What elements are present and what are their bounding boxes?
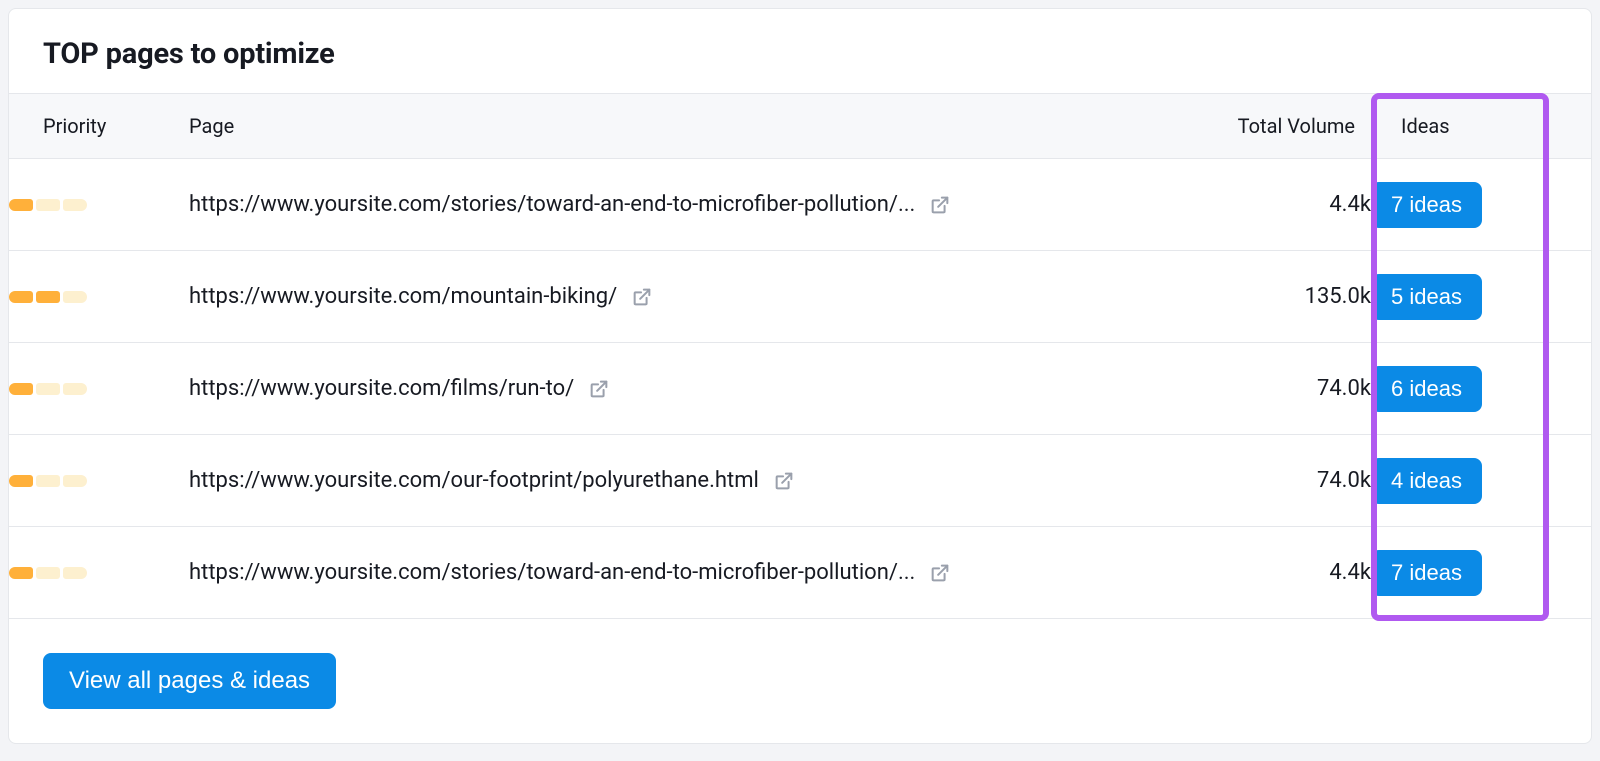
priority-segment (9, 567, 33, 579)
priority-indicator (9, 383, 189, 395)
table-header-row: Priority Page Total Volume Ideas (9, 94, 1591, 159)
external-link-icon[interactable] (929, 562, 951, 584)
volume-cell: 135.0k (1171, 251, 1371, 343)
col-header-ideas: Ideas (1371, 94, 1591, 159)
priority-segment (36, 475, 60, 487)
volume-cell: 74.0k (1171, 435, 1371, 527)
page-url[interactable]: https://www.yoursite.com/stories/toward-… (189, 192, 915, 217)
table-row: https://www.yoursite.com/our-footprint/p… (9, 435, 1591, 527)
priority-segment (9, 475, 33, 487)
page-url[interactable]: https://www.yoursite.com/films/run-to/ (189, 376, 574, 401)
volume-cell: 4.4k (1171, 527, 1371, 619)
external-link-icon[interactable] (588, 378, 610, 400)
page-cell: https://www.yoursite.com/stories/toward-… (189, 527, 1171, 619)
priority-indicator (9, 475, 189, 487)
table-row: https://www.yoursite.com/stories/toward-… (9, 527, 1591, 619)
priority-cell (9, 159, 189, 251)
priority-cell (9, 343, 189, 435)
ideas-button[interactable]: 7 ideas (1371, 550, 1482, 596)
top-pages-panel: TOP pages to optimize Priority Page Tota… (8, 8, 1592, 744)
volume-cell: 4.4k (1171, 159, 1371, 251)
pages-table: Priority Page Total Volume Ideas https:/… (9, 93, 1591, 619)
priority-segment (9, 383, 33, 395)
page-url[interactable]: https://www.yoursite.com/mountain-biking… (189, 284, 617, 309)
ideas-button[interactable]: 5 ideas (1371, 274, 1482, 320)
ideas-button[interactable]: 4 ideas (1371, 458, 1482, 504)
priority-segment (36, 291, 60, 303)
priority-segment (36, 567, 60, 579)
priority-cell (9, 527, 189, 619)
priority-cell (9, 251, 189, 343)
page-cell: https://www.yoursite.com/stories/toward-… (189, 159, 1171, 251)
priority-indicator (9, 291, 189, 303)
priority-indicator (9, 567, 189, 579)
col-header-page: Page (189, 94, 1171, 159)
col-header-priority: Priority (9, 94, 189, 159)
priority-segment (63, 199, 87, 211)
external-link-icon[interactable] (773, 470, 795, 492)
ideas-button[interactable]: 6 ideas (1371, 366, 1482, 412)
view-all-pages-button[interactable]: View all pages & ideas (43, 653, 336, 709)
table-row: https://www.yoursite.com/films/run-to/74… (9, 343, 1591, 435)
page-url[interactable]: https://www.yoursite.com/stories/toward-… (189, 560, 915, 585)
priority-segment (9, 199, 33, 211)
ideas-cell: 6 ideas (1371, 343, 1591, 435)
page-cell: https://www.yoursite.com/films/run-to/ (189, 343, 1171, 435)
panel-footer: View all pages & ideas (9, 619, 1591, 743)
ideas-cell: 4 ideas (1371, 435, 1591, 527)
priority-segment (63, 567, 87, 579)
external-link-icon[interactable] (929, 194, 951, 216)
priority-segment (63, 475, 87, 487)
volume-cell: 74.0k (1171, 343, 1371, 435)
page-cell: https://www.yoursite.com/our-footprint/p… (189, 435, 1171, 527)
priority-cell (9, 435, 189, 527)
page-cell: https://www.yoursite.com/mountain-biking… (189, 251, 1171, 343)
panel-title: TOP pages to optimize (9, 9, 1591, 93)
priority-segment (63, 291, 87, 303)
col-header-volume: Total Volume (1171, 94, 1371, 159)
external-link-icon[interactable] (631, 286, 653, 308)
priority-segment (36, 383, 60, 395)
priority-indicator (9, 199, 189, 211)
priority-segment (36, 199, 60, 211)
ideas-cell: 7 ideas (1371, 527, 1591, 619)
ideas-button[interactable]: 7 ideas (1371, 182, 1482, 228)
ideas-cell: 7 ideas (1371, 159, 1591, 251)
table-row: https://www.yoursite.com/stories/toward-… (9, 159, 1591, 251)
table-row: https://www.yoursite.com/mountain-biking… (9, 251, 1591, 343)
priority-segment (63, 383, 87, 395)
ideas-cell: 5 ideas (1371, 251, 1591, 343)
page-url[interactable]: https://www.yoursite.com/our-footprint/p… (189, 468, 759, 493)
priority-segment (9, 291, 33, 303)
